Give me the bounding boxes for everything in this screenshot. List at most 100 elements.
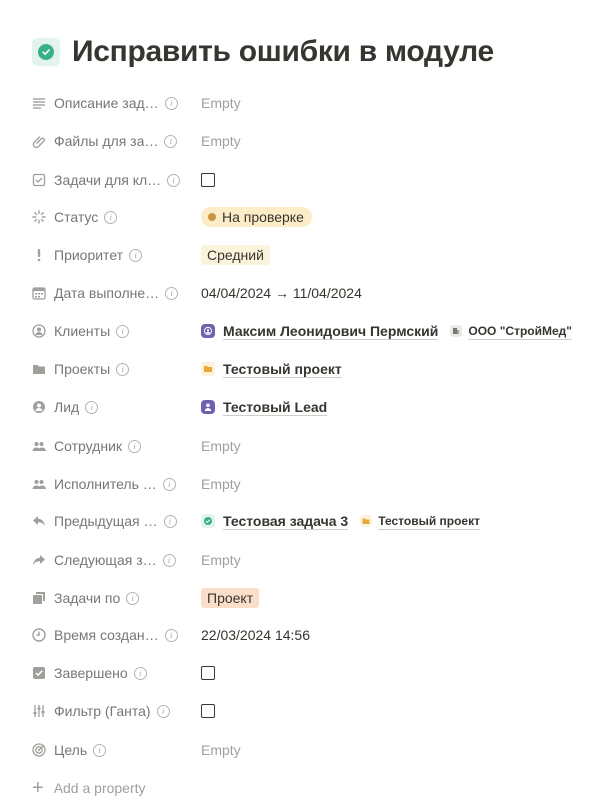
property-label[interactable]: Статус i <box>32 209 192 225</box>
info-icon[interactable]: i <box>128 439 142 453</box>
checkbox-checked-icon <box>32 666 46 680</box>
property-label[interactable]: Задачи для кл… i <box>32 172 192 188</box>
priority-tag[interactable]: Средний <box>201 245 270 265</box>
relation-chip-project[interactable]: Тестовый проект <box>360 513 480 530</box>
property-value <box>201 173 215 187</box>
forward-arrow-icon <box>32 553 46 567</box>
add-property-button[interactable]: + Add a property <box>32 775 146 801</box>
property-value[interactable]: Empty <box>201 438 241 454</box>
info-icon[interactable]: i <box>116 362 130 376</box>
folder-icon <box>360 515 373 527</box>
calendar-icon <box>32 286 46 300</box>
info-icon[interactable]: i <box>129 248 143 262</box>
property-label[interactable]: Предыдущая … i <box>32 513 192 529</box>
property-value[interactable]: Empty <box>201 552 241 568</box>
property-label[interactable]: Цель i <box>32 742 192 758</box>
sliders-icon <box>32 704 46 718</box>
relation-chip-project[interactable]: Тестовый проект <box>201 361 342 378</box>
property-row-files[interactable]: Файлы для за… i Empty <box>32 126 592 156</box>
info-icon[interactable]: i <box>162 477 176 491</box>
property-value: Проект <box>201 588 260 608</box>
info-icon[interactable]: i <box>126 591 140 605</box>
info-icon[interactable]: i <box>164 96 178 110</box>
relation-chip-company[interactable]: ООО "СтройМед" <box>450 323 572 340</box>
info-icon[interactable]: i <box>85 400 99 414</box>
property-row-next[interactable]: Следующая з… i Empty <box>32 545 592 575</box>
checkbox[interactable] <box>201 173 215 187</box>
property-value: На проверке <box>201 207 312 227</box>
property-row-description[interactable]: Описание зад… i Empty <box>32 88 592 118</box>
property-label[interactable]: Лид i <box>32 399 192 415</box>
property-label[interactable]: Дата выполне… i <box>32 285 192 301</box>
checkbox[interactable] <box>201 666 215 680</box>
property-value: Тестовый проект <box>201 361 354 378</box>
info-icon[interactable]: i <box>104 210 118 224</box>
property-label[interactable]: Задачи по i <box>32 590 192 606</box>
property-row-previous[interactable]: Предыдущая … i Тестовая задача 3 Тестовы… <box>32 506 592 536</box>
property-row-created-time[interactable]: Время создан… i 22/03/2024 14:56 <box>32 620 592 650</box>
property-value[interactable]: Empty <box>201 742 241 758</box>
property-row-employee[interactable]: Сотрудник i Empty <box>32 431 592 461</box>
property-label[interactable]: Сотрудник i <box>32 438 192 454</box>
property-row-client-tasks[interactable]: Задачи для кл… i <box>32 165 592 195</box>
checkbox-icon <box>32 173 46 187</box>
people-icon <box>32 477 46 491</box>
person-circle-icon <box>32 400 46 414</box>
property-label[interactable]: Описание зад… i <box>32 95 192 111</box>
status-badge[interactable]: На проверке <box>201 207 312 227</box>
relation-chip-lead[interactable]: Тестовый Lead <box>201 399 328 416</box>
info-icon[interactable]: i <box>165 286 179 300</box>
property-label[interactable]: Клиенты i <box>32 323 192 339</box>
property-label[interactable]: Следующая з… i <box>32 552 192 568</box>
clock-icon <box>32 628 46 642</box>
property-value[interactable]: Empty <box>201 476 241 492</box>
person-icon <box>201 400 215 414</box>
property-row-clients[interactable]: Клиенты i Максим Леонидович Пермский ООО… <box>32 316 597 346</box>
property-label[interactable]: Фильтр (Ганта) i <box>32 703 192 719</box>
paperclip-icon <box>32 134 46 148</box>
info-icon[interactable]: i <box>163 514 177 528</box>
building-icon <box>450 325 463 337</box>
check-circle-icon[interactable] <box>32 38 60 66</box>
page-title[interactable]: Исправить ошибки в модуле <box>72 35 494 69</box>
text-lines-icon <box>32 96 46 110</box>
property-value <box>201 704 215 718</box>
property-label[interactable]: Проекты i <box>32 361 192 377</box>
property-row-status[interactable]: Статус i На проверке <box>32 202 592 232</box>
property-value: Средний <box>201 245 270 265</box>
property-row-assignee[interactable]: Исполнитель … i Empty <box>32 469 592 499</box>
check-circle-icon <box>201 514 215 528</box>
info-icon[interactable]: i <box>156 704 170 718</box>
property-label[interactable]: Завершено i <box>32 665 192 681</box>
relation-chip-client[interactable]: Максим Леонидович Пермский <box>201 323 439 340</box>
property-row-due-date[interactable]: Дата выполне… i 04/04/2024 → 11/04/2024 <box>32 278 592 308</box>
info-icon[interactable]: i <box>164 134 178 148</box>
property-label[interactable]: Исполнитель … i <box>32 476 192 492</box>
property-label[interactable]: Приоритет i <box>32 247 192 263</box>
property-row-gantt-filter[interactable]: Фильтр (Ганта) i <box>32 696 592 726</box>
folder-icon <box>32 362 46 376</box>
status-dot-icon <box>208 213 216 221</box>
info-icon[interactable]: i <box>164 628 178 642</box>
property-value: Максим Леонидович Пермский ООО "СтройМед… <box>201 323 572 340</box>
relation-chip-task[interactable]: Тестовая задача 3 <box>201 513 349 530</box>
plus-icon: + <box>32 777 44 799</box>
info-icon[interactable]: i <box>93 743 107 757</box>
property-value[interactable]: Empty <box>201 95 241 111</box>
property-label[interactable]: Время создан… i <box>32 627 192 643</box>
property-row-priority[interactable]: Приоритет i Средний <box>32 240 592 270</box>
select-tag[interactable]: Проект <box>201 588 260 608</box>
info-icon[interactable]: i <box>167 173 181 187</box>
checkbox[interactable] <box>201 704 215 718</box>
info-icon[interactable]: i <box>162 553 176 567</box>
property-label[interactable]: Файлы для за… i <box>32 133 192 149</box>
property-value[interactable]: Empty <box>201 133 241 149</box>
info-icon[interactable]: i <box>116 324 130 338</box>
property-row-completed[interactable]: Завершено i <box>32 658 592 688</box>
property-row-lead[interactable]: Лид i Тестовый Lead <box>32 392 592 422</box>
property-row-goal[interactable]: Цель i Empty <box>32 735 592 765</box>
info-icon[interactable]: i <box>133 666 147 680</box>
property-row-projects[interactable]: Проекты i Тестовый проект <box>32 354 592 384</box>
property-value[interactable]: 04/04/2024 → 11/04/2024 <box>201 285 362 301</box>
property-row-tasks-by[interactable]: Задачи по i Проект <box>32 583 592 613</box>
